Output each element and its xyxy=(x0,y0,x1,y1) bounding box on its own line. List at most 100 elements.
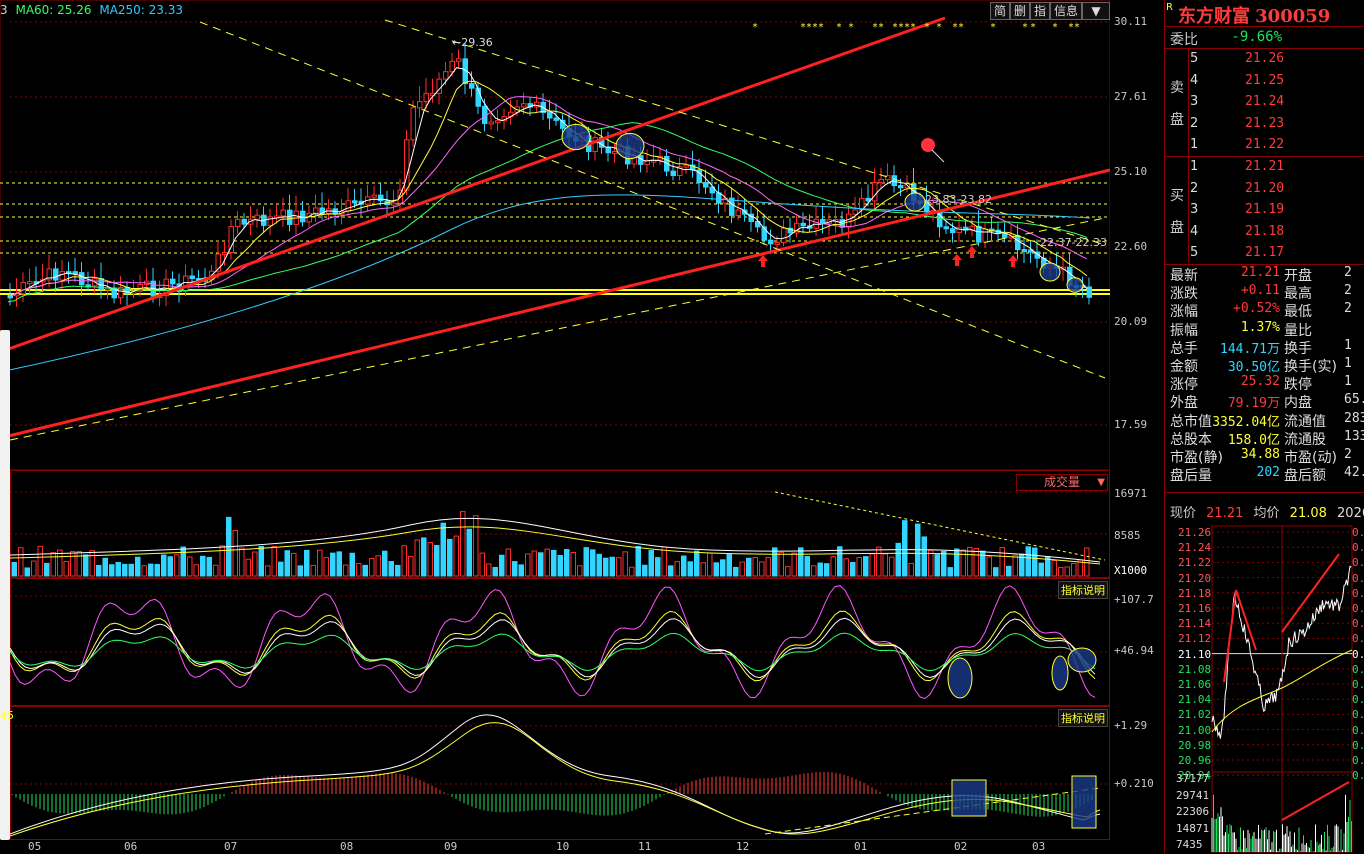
volume-bar xyxy=(375,555,381,577)
volume-bar xyxy=(603,557,609,577)
signal-star-icon: * xyxy=(936,22,942,33)
quote-row: 涨跌 +0.11 最高 2 xyxy=(1170,283,1364,301)
volume-bar xyxy=(674,561,680,577)
volume-bar xyxy=(232,530,238,577)
sell-row[interactable]: 2 21.23 xyxy=(1190,116,1310,134)
volume-bar xyxy=(778,551,784,577)
volume-bar xyxy=(928,549,934,577)
avg-label: 均价 xyxy=(1253,506,1280,521)
avg-value: 21.08 xyxy=(1289,506,1327,521)
toolbar-menu-button[interactable]: ▼ xyxy=(1082,2,1110,20)
marker-circle xyxy=(561,123,591,151)
buy-level: 4 xyxy=(1190,223,1199,239)
volume-bar xyxy=(187,556,193,577)
volume-bar xyxy=(557,555,563,577)
volume-bar xyxy=(642,564,648,577)
volume-bar xyxy=(486,563,492,577)
volume-bar xyxy=(895,542,901,577)
quote-label: 市盈(静) xyxy=(1170,450,1223,465)
volume-selector[interactable]: 成交量 ▼ xyxy=(1016,474,1108,491)
volume-bar xyxy=(284,550,290,577)
buy-row[interactable]: 2 21.20 xyxy=(1190,181,1310,199)
volume-bar xyxy=(830,556,836,577)
volume-bar xyxy=(759,561,765,577)
volume-bar xyxy=(362,564,368,577)
buy-price: 21.17 xyxy=(1245,245,1285,260)
intraday-pct-tick: 0. xyxy=(1352,738,1364,752)
candle xyxy=(254,214,260,220)
quote-label: 总市值 xyxy=(1170,413,1212,429)
quote-row: 金额 30.50亿 换手(实) 1 xyxy=(1170,356,1364,374)
volume-bar xyxy=(954,548,960,577)
volume-bar xyxy=(999,547,1005,577)
candle xyxy=(410,107,416,141)
month-tick: 01 xyxy=(854,840,868,853)
candle xyxy=(189,275,195,280)
volume-bar xyxy=(401,545,407,577)
info-button[interactable]: 信息 xyxy=(1050,2,1082,20)
quote-label: 涨跌 xyxy=(1170,286,1198,302)
volume-bar xyxy=(466,528,472,577)
volume-bar xyxy=(239,547,245,577)
volume-bar xyxy=(252,551,258,577)
month-tick: 12 xyxy=(736,840,750,853)
sell-row[interactable]: 5 21.26 xyxy=(1190,51,1310,69)
month-tick: 07 xyxy=(224,840,238,853)
simple-button[interactable]: 简 xyxy=(990,2,1010,20)
volume-bar xyxy=(837,546,843,577)
signal-star-icon: * xyxy=(958,22,964,33)
sell-row[interactable]: 1 21.22 xyxy=(1190,137,1310,155)
volume-bar xyxy=(343,564,349,577)
intraday-volume-tick: 14871 xyxy=(1176,821,1210,835)
delete-button[interactable]: 删 xyxy=(1010,2,1030,20)
quote-bottom-divider xyxy=(1164,492,1364,493)
candle xyxy=(716,192,722,204)
trend-arrow-icon xyxy=(1281,553,1340,633)
indicator-button[interactable]: 指 xyxy=(1030,2,1050,20)
volume-bar xyxy=(148,563,154,577)
buy-row[interactable]: 1 21.21 xyxy=(1190,159,1310,177)
quote-right-value: 2 xyxy=(1344,265,1352,280)
candle xyxy=(345,200,351,212)
volume-svg xyxy=(10,491,1110,577)
volume-bar xyxy=(934,554,940,577)
now-value: 21.21 xyxy=(1206,506,1244,521)
volume-bar xyxy=(538,552,544,577)
kdj-indicator-button[interactable]: 指标说明 xyxy=(1058,581,1108,599)
buy-row[interactable]: 4 21.18 xyxy=(1190,224,1310,242)
quote-row: 市盈(静) 34.88 市盈(动) 2 xyxy=(1170,447,1364,465)
marker-circle xyxy=(1066,277,1084,293)
intraday-price-tick: 21.22 xyxy=(1178,556,1212,570)
candle xyxy=(950,228,956,234)
candle xyxy=(469,83,475,89)
volume-bar xyxy=(161,554,167,577)
candle xyxy=(241,218,247,225)
volume-bar xyxy=(96,564,102,577)
intraday-price-tick: 21.04 xyxy=(1178,693,1212,707)
candle xyxy=(976,225,982,243)
volume-bar xyxy=(713,562,719,577)
price-tick: 22.60 xyxy=(1114,240,1148,253)
marker-circle xyxy=(1051,655,1069,691)
volume-bar xyxy=(785,566,791,577)
candle xyxy=(20,282,26,295)
macd-indicator-button[interactable]: 指标说明 xyxy=(1058,709,1108,727)
candle xyxy=(781,227,787,243)
main-chart[interactable]: * * * * * * * * * * * * * * * * * * * * * * * xyxy=(0,0,1110,470)
volume-bar xyxy=(1012,554,1018,577)
buy-row[interactable]: 3 21.19 xyxy=(1190,202,1310,220)
sell-row[interactable]: 3 21.24 xyxy=(1190,94,1310,112)
volume-bar xyxy=(752,557,758,577)
volume-bar xyxy=(1006,565,1012,577)
volume-bar xyxy=(1032,547,1038,577)
buy-row[interactable]: 5 21.17 xyxy=(1190,245,1310,263)
candle xyxy=(423,92,429,103)
quote-right-label: 流通股 xyxy=(1284,431,1326,447)
volume-bar xyxy=(824,563,830,577)
quote-row: 总市值 3352.04亿 流通值 2837. xyxy=(1170,411,1364,429)
sell-row[interactable]: 4 21.25 xyxy=(1190,73,1310,91)
candle xyxy=(982,228,988,243)
macd-svg xyxy=(10,714,1110,837)
left-scroll-handle[interactable] xyxy=(0,330,10,840)
volume-bar xyxy=(388,561,394,577)
